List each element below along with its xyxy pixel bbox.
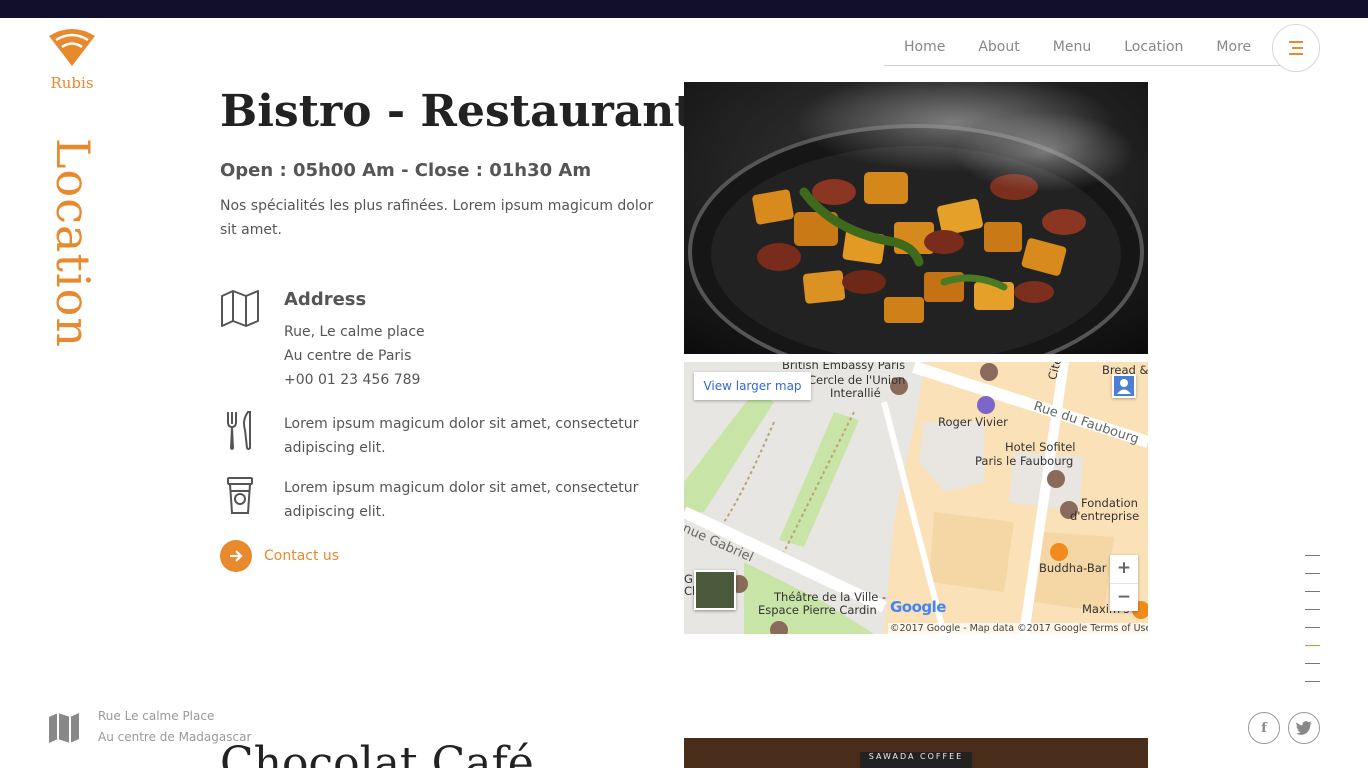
page-dot[interactable]: [1305, 627, 1320, 628]
page-dot[interactable]: [1305, 645, 1320, 646]
map-zoom-controls: + −: [1110, 555, 1138, 611]
google-logo: Google: [890, 598, 946, 616]
address-title: Address: [284, 289, 367, 310]
menu-icon: [1289, 41, 1303, 55]
page-dot[interactable]: [1305, 681, 1320, 682]
coffee-text: Lorem ipsum magicum dolor sit amet, cons…: [284, 480, 639, 520]
address-line2: Au centre de Paris: [284, 348, 412, 364]
pegman-icon: [1114, 376, 1134, 396]
zoom-in-button[interactable]: +: [1110, 555, 1138, 583]
brand-name: Rubis: [50, 74, 94, 92]
page-dot[interactable]: [1305, 663, 1320, 664]
map-label-fondation-2: d'entreprise: [1070, 509, 1140, 523]
section-vertical-title: Location: [46, 138, 100, 378]
contact-us-label: Contact us: [264, 548, 340, 564]
page-dot[interactable]: [1305, 609, 1320, 610]
facebook-button[interactable]: f: [1248, 712, 1280, 744]
map-label-sofitel-2: Paris le Faubourg: [975, 454, 1074, 468]
map-label-roger-vivier: Roger Vivier: [938, 415, 1008, 429]
map-label-british-embassy: British Embassy Paris: [782, 362, 906, 372]
nav-location[interactable]: Location: [1124, 30, 1183, 65]
location-map[interactable]: British Embassy Paris Cercle de l'Union …: [684, 362, 1148, 634]
intro-text: Nos spécialités les plus rafinées. Lorem…: [220, 198, 654, 238]
nav-menu[interactable]: Menu: [1053, 30, 1091, 65]
twitter-icon: [1296, 721, 1312, 735]
map-attribution: ©2017 Google - Map data ©2017 Google Ter…: [888, 623, 1148, 634]
address-line1: Rue, Le calme place: [284, 324, 425, 340]
satellite-toggle[interactable]: [694, 570, 736, 610]
page-title: Bistro - Restaurant: [220, 86, 695, 137]
top-bar: [0, 0, 1368, 18]
nav-more[interactable]: More: [1216, 30, 1251, 65]
map-icon: [221, 290, 259, 327]
arrow-right-icon: [230, 550, 243, 562]
phone-number[interactable]: +00 01 23 456 789: [284, 368, 664, 392]
street-view-button[interactable]: [1112, 374, 1136, 398]
map-label-buddha-bar: Buddha-Bar: [1039, 561, 1107, 575]
twitter-button[interactable]: [1288, 712, 1320, 744]
map-label-theatre-2: Espace Pierre Cardin: [758, 603, 877, 617]
next-section-photo: SAWADA COFFEE: [684, 738, 1148, 768]
map-label-sofitel: Hotel Sofitel: [1005, 440, 1076, 454]
contact-us-link[interactable]: Contact us: [220, 540, 339, 572]
menu-button[interactable]: [1272, 24, 1320, 72]
zoom-out-button[interactable]: −: [1110, 583, 1138, 611]
map-label-interallie: Interallié: [830, 386, 881, 400]
page-dot[interactable]: [1305, 573, 1320, 574]
coffee-cup-icon: [227, 477, 253, 514]
page-dot[interactable]: [1305, 591, 1320, 592]
terms-of-use-link[interactable]: Terms of Use: [1090, 623, 1148, 634]
wifi-logo-icon: [49, 29, 95, 66]
facebook-icon: f: [1261, 720, 1267, 736]
cutlery-text: Lorem ipsum magicum dolor sit amet, cons…: [284, 416, 639, 456]
view-larger-map-button[interactable]: View larger map: [694, 372, 811, 400]
nav-about[interactable]: About: [978, 30, 1019, 65]
nav-home[interactable]: Home: [904, 30, 945, 65]
main-nav: Home About Menu Location More: [884, 30, 1284, 66]
map-icon: [49, 713, 79, 743]
footer-address-line1: Rue Le calme Place: [98, 709, 215, 723]
cafe-sign: SAWADA COFFEE: [860, 752, 972, 768]
page-indicator: [1305, 555, 1320, 699]
dish-photo: [684, 82, 1148, 354]
opening-hours: Open : 05h00 Am - Close : 01h30 Am: [220, 160, 592, 181]
contact-arrow: [220, 540, 252, 572]
logo[interactable]: Rubis: [46, 28, 98, 92]
section-label: Location: [46, 138, 100, 348]
map-copyright: ©2017 Google - Map data ©2017 Google: [890, 623, 1088, 634]
cutlery-icon: [227, 411, 251, 450]
next-section-title: Chocolat Café: [220, 738, 534, 768]
page-dot[interactable]: [1305, 555, 1320, 556]
